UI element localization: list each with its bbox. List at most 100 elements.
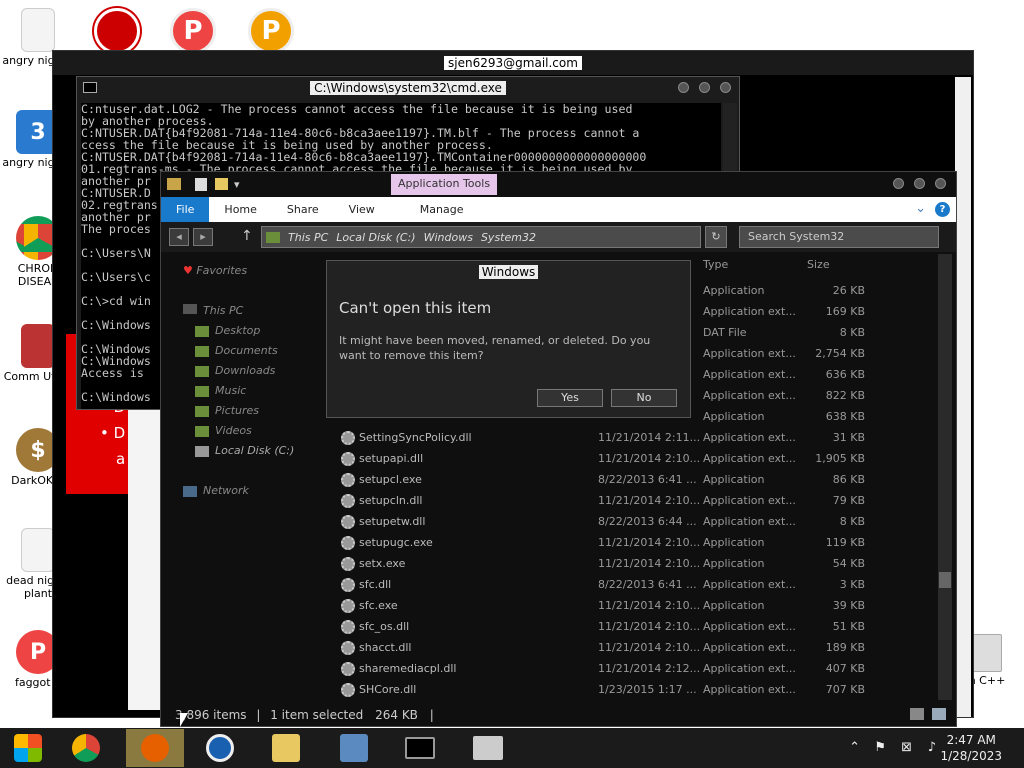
folder-icon	[195, 325, 209, 337]
browser-scrollbar[interactable]	[955, 77, 971, 717]
refresh-button[interactable]: ↻	[705, 226, 727, 248]
close-button[interactable]	[720, 82, 731, 93]
dialog-titlebar[interactable]: Windows	[327, 261, 690, 283]
file-size: 119 KB	[825, 536, 865, 549]
help-icon[interactable]: ?	[935, 202, 950, 217]
table-row[interactable]: sfc.dll 8/22/2013 6:41 ... Application ext…	[339, 574, 939, 595]
properties-icon[interactable]	[195, 177, 207, 191]
table-row[interactable]: setupugc.exe 11/21/2014 2:10... Applicatio…	[339, 532, 939, 553]
tab-file[interactable]: File	[161, 197, 210, 222]
browser-titlebar[interactable]: sjen6293@gmail.com	[53, 51, 973, 75]
taskbar-opera[interactable]	[196, 732, 244, 764]
file-list-scrollbar[interactable]	[938, 254, 952, 700]
table-row[interactable]: sfc.exe 11/21/2014 2:10... Application 39 K…	[339, 595, 939, 616]
file-type: Application ext...	[703, 452, 796, 465]
file-size: 26 KB	[832, 284, 865, 297]
tab-view[interactable]: View	[334, 197, 390, 222]
table-row[interactable]: shacct.dll 11/21/2014 2:10... Application …	[339, 637, 939, 658]
explorer-window[interactable]: ▾ Application Tools File Home Share View…	[160, 171, 957, 727]
chevron-down-icon[interactable]: ⌄	[915, 201, 926, 216]
table-row[interactable]: setupcln.dll 11/21/2014 2:10... Applicatio…	[339, 490, 939, 511]
taskbar-firefox[interactable]	[126, 729, 184, 767]
minimize-button[interactable]	[678, 82, 689, 93]
flag-icon[interactable]: ⚑	[874, 740, 886, 755]
file-type: Application ext...	[703, 515, 796, 528]
maximize-button[interactable]	[914, 178, 925, 189]
network-status-icon[interactable]: ⊠	[901, 740, 912, 755]
chevron-down-icon[interactable]: ▾	[234, 178, 240, 191]
breadcrumb-system32[interactable]: System32	[481, 231, 536, 244]
taskbar-cmd[interactable]	[396, 732, 444, 764]
tab-share[interactable]: Share	[272, 197, 334, 222]
scroll-thumb[interactable]	[939, 572, 951, 588]
path-input[interactable]: This PC Local Disk (C:) Windows System32	[261, 226, 701, 248]
table-row[interactable]: SettingSyncPolicy.dll 11/21/2014 2:11... A…	[339, 427, 939, 448]
explorer-titlebar[interactable]: ▾ Application Tools	[161, 172, 956, 196]
taskbar-chrome[interactable]	[62, 732, 110, 764]
file-name: setupapi.dll	[359, 452, 424, 465]
tab-manage[interactable]: Manage	[390, 197, 479, 222]
large-icons-view-icon[interactable]	[932, 708, 946, 720]
shield-icon	[21, 324, 55, 368]
drive-icon	[195, 445, 209, 457]
table-row[interactable]: setx.exe 11/21/2014 2:10... Application 54 …	[339, 553, 939, 574]
table-row[interactable]: SHCore.dll 1/23/2015 1:17 ... Application …	[339, 679, 939, 700]
maximize-button[interactable]	[699, 82, 710, 93]
new-folder-icon[interactable]	[215, 178, 228, 190]
file-date: 11/21/2014 2:10...	[598, 599, 701, 612]
nav-favorites[interactable]: ♥ Favorites	[183, 264, 247, 277]
error-dialog[interactable]: Windows Can't open this item It might ha…	[326, 260, 691, 418]
yes-button[interactable]: Yes	[537, 389, 603, 407]
nav-local-disk[interactable]: Local Disk (C:)	[195, 444, 294, 457]
up-arrow-icon[interactable]: ↑	[241, 228, 253, 244]
table-row[interactable]: setupapi.dll 11/21/2014 2:10... Applicatio…	[339, 448, 939, 469]
nav-desktop[interactable]: Desktop	[195, 324, 260, 337]
file-type: Application	[703, 557, 765, 570]
file-size: 189 KB	[825, 641, 865, 654]
p-app-icon[interactable]: P	[170, 8, 216, 54]
tab-home[interactable]: Home	[209, 197, 271, 222]
computer-icon	[183, 304, 197, 314]
breadcrumb-this-pc[interactable]: This PC	[288, 231, 328, 244]
file-name: shacct.dll	[359, 641, 412, 654]
nav-music[interactable]: Music	[195, 384, 246, 397]
file-type: Application ext...	[703, 641, 796, 654]
cmd-titlebar[interactable]: C:\Windows\system32\cmd.exe	[77, 77, 739, 99]
nav-documents[interactable]: Documents	[195, 344, 278, 357]
ribbon-tabs: File Home Share View Manage ⌄ ?	[161, 197, 956, 222]
details-view-icon[interactable]	[910, 708, 924, 720]
file-date: 11/21/2014 2:12...	[598, 662, 701, 675]
table-row[interactable]: setupcl.exe 8/22/2013 6:41 ... Application…	[339, 469, 939, 490]
back-button[interactable]: ◂	[169, 228, 189, 246]
chevron-up-icon[interactable]: ⌃	[849, 740, 860, 755]
nav-downloads[interactable]: Downloads	[195, 364, 275, 377]
opera-icon	[206, 734, 234, 762]
nav-pictures[interactable]: Pictures	[195, 404, 259, 417]
system-clock[interactable]: 2:47 AM 1/28/2023	[940, 732, 1002, 764]
nav-videos[interactable]: Videos	[195, 424, 252, 437]
breadcrumb-local-disk[interactable]: Local Disk (C:)	[336, 231, 415, 244]
column-type[interactable]: Type	[703, 258, 728, 271]
taskbar-task-manager[interactable]	[464, 732, 512, 764]
folder-icon	[266, 231, 280, 243]
no-button[interactable]: No	[611, 389, 677, 407]
breadcrumb-windows[interactable]: Windows	[424, 231, 473, 244]
radiation-icon[interactable]	[94, 8, 140, 54]
nav-network[interactable]: Network	[183, 484, 249, 497]
forward-button[interactable]: ▸	[193, 228, 213, 246]
taskbar-network[interactable]	[330, 732, 378, 764]
taskbar-file-explorer[interactable]	[262, 732, 310, 764]
volume-icon[interactable]: ♪	[928, 740, 936, 755]
column-size[interactable]: Size	[807, 258, 830, 271]
nav-this-pc[interactable]: This PC	[183, 304, 243, 317]
gear-icon	[341, 514, 355, 529]
close-button[interactable]	[935, 178, 946, 189]
table-row[interactable]: setupetw.dll 8/22/2013 6:44 ... Applicatio…	[339, 511, 939, 532]
table-row[interactable]: sfc_os.dll 11/21/2014 2:10... Application …	[339, 616, 939, 637]
search-input[interactable]: Search System32	[739, 226, 939, 248]
table-row[interactable]: sharemediacpl.dll 11/21/2014 2:12... Appli…	[339, 658, 939, 679]
p-app-icon[interactable]: P	[248, 8, 294, 54]
start-button[interactable]	[4, 732, 52, 764]
minimize-button[interactable]	[893, 178, 904, 189]
gear-icon	[341, 661, 355, 676]
